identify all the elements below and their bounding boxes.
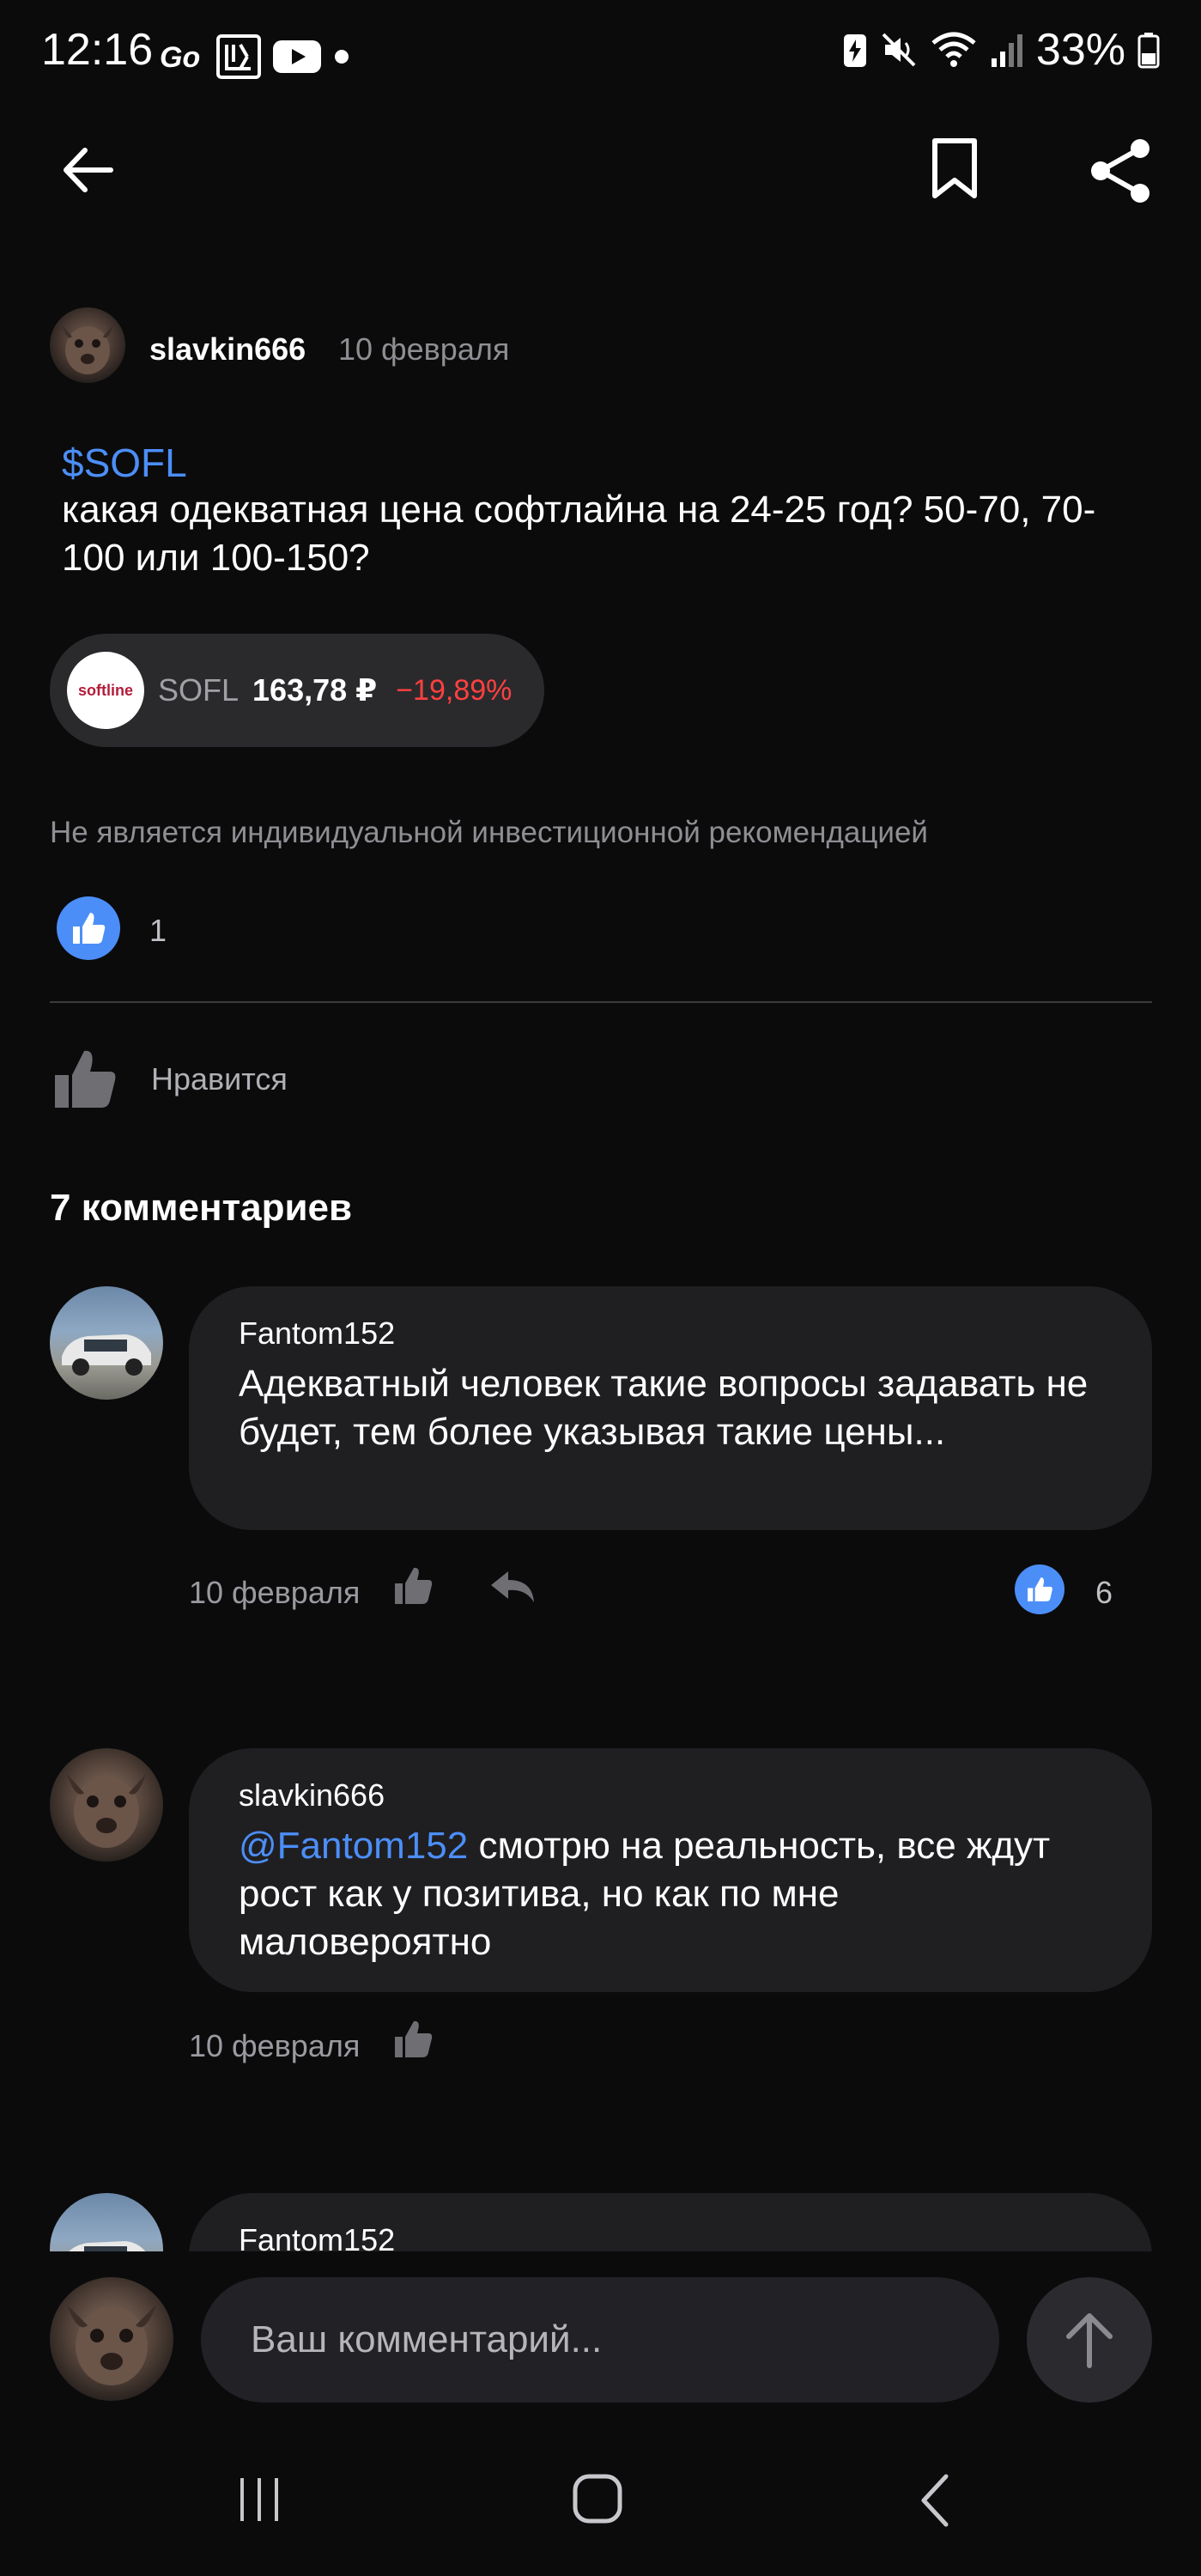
comment-author-avatar[interactable] [50, 1286, 163, 1400]
dog-avatar-icon [62, 325, 113, 374]
bookmark-button[interactable] [920, 134, 989, 203]
battery-percent: 33% [1035, 25, 1125, 75]
thumbs-up-outline-icon [395, 2020, 433, 2057]
comment-likes-badge[interactable] [1015, 1564, 1065, 1614]
signal-icon [991, 34, 1022, 67]
comment-bubble[interactable]: Fantom152 Адекватный человек такие вопро… [189, 1286, 1152, 1530]
comment-input[interactable] [201, 2277, 999, 2403]
go-app-icon: Go [160, 41, 200, 74]
home-icon [573, 2474, 622, 2524]
youtube-icon [273, 40, 321, 73]
comment-likes-count: 6 [1095, 1575, 1113, 1610]
back-button[interactable] [53, 136, 122, 204]
reply-icon [491, 1571, 534, 1602]
ticker-link[interactable]: $SOFL [62, 440, 187, 486]
comment-author[interactable]: Fantom152 [239, 1315, 395, 1352]
comment-text: Адекватный человек такие вопросы задават… [239, 1363, 1089, 1453]
thumbs-up-icon [1028, 1577, 1052, 1601]
current-user-avatar[interactable] [50, 2277, 173, 2401]
thumbs-up-outline-icon [395, 1567, 433, 1604]
comment-bubble[interactable]: slavkin666 @Fantom152 смотрю на реальнос… [189, 1748, 1152, 1992]
disclaimer: Не является индивидуальной инвестиционно… [50, 816, 928, 849]
thumbs-up-icon [73, 913, 106, 944]
dot-icon [335, 50, 349, 64]
comment-like-button[interactable] [391, 2018, 440, 2066]
post-author-avatar[interactable] [50, 307, 125, 383]
instrument-pill[interactable]: softline SOFL 163,78 ₽ −19,89% [50, 634, 544, 747]
arrow-left-icon [64, 148, 113, 192]
comment-reply-button[interactable] [489, 1568, 537, 1611]
instrument-price: 163,78 ₽ [252, 672, 378, 708]
divider [50, 1001, 1152, 1003]
status-notification-icons: Go [160, 34, 350, 79]
post-date: 10 февраля [338, 331, 510, 367]
instrument-change: −19,89% [396, 673, 513, 707]
car-avatar-icon [62, 1334, 151, 1376]
battery-saver-icon [843, 34, 866, 67]
share-icon [1091, 139, 1149, 203]
partial-comment: Fantom152 [0, 2181, 1201, 2251]
comment-author-avatar[interactable] [50, 1748, 163, 1862]
comment-bubble[interactable]: Fantom152 [189, 2193, 1152, 2251]
likes-count: 1 [149, 913, 167, 948]
comment-input-bar [0, 2251, 1201, 2403]
comment-author-avatar[interactable] [50, 2193, 163, 2251]
svg-text:Go: Go [160, 41, 200, 74]
battery-icon [1137, 33, 1160, 69]
mute-icon [882, 33, 916, 67]
post-author-name[interactable]: slavkin666 [149, 331, 306, 368]
comment-like-button[interactable] [391, 1564, 440, 1613]
dog-avatar-icon [67, 1774, 146, 1848]
instrument-ticker: SOFL [158, 672, 240, 708]
comment-date: 10 февраля [189, 2028, 361, 2063]
recents-button[interactable] [232, 2471, 300, 2526]
comment-date: 10 февраля [189, 1575, 361, 1610]
comment-author[interactable]: Fantom152 [239, 2222, 395, 2251]
arrow-up-icon [1066, 2313, 1113, 2368]
comment-author[interactable]: slavkin666 [239, 1777, 385, 1814]
vk-app-icon [216, 34, 261, 79]
post-text: какая одекватная цена софтлайна на 24-25… [62, 489, 1096, 579]
comments-title: 7 комментариев [50, 1187, 353, 1229]
dog-avatar-icon [67, 2305, 156, 2385]
like-button[interactable]: Нравится [50, 1037, 325, 1121]
car-avatar-icon [69, 2241, 146, 2251]
home-button[interactable] [570, 2471, 632, 2533]
system-nav-bar [0, 2449, 1201, 2552]
system-back-button[interactable] [913, 2471, 968, 2533]
status-time: 12:16 [41, 25, 154, 75]
softline-logo: softline [67, 652, 144, 729]
send-button[interactable] [1027, 2277, 1152, 2403]
comment-text: @Fantom152 смотрю на реальность, все жду… [239, 1822, 1097, 1966]
likes-summary-badge[interactable] [57, 896, 120, 960]
bookmark-icon [932, 138, 977, 198]
share-button[interactable] [1083, 134, 1157, 208]
status-right: 33% [842, 24, 1160, 76]
thumbs-up-outline-icon [55, 1050, 116, 1108]
wifi-icon [931, 32, 976, 67]
like-label: Нравится [151, 1061, 288, 1097]
recents-icon [240, 2478, 278, 2521]
comment-mention[interactable]: @Fantom152 [239, 1825, 468, 1867]
chevron-left-icon [921, 2474, 949, 2527]
